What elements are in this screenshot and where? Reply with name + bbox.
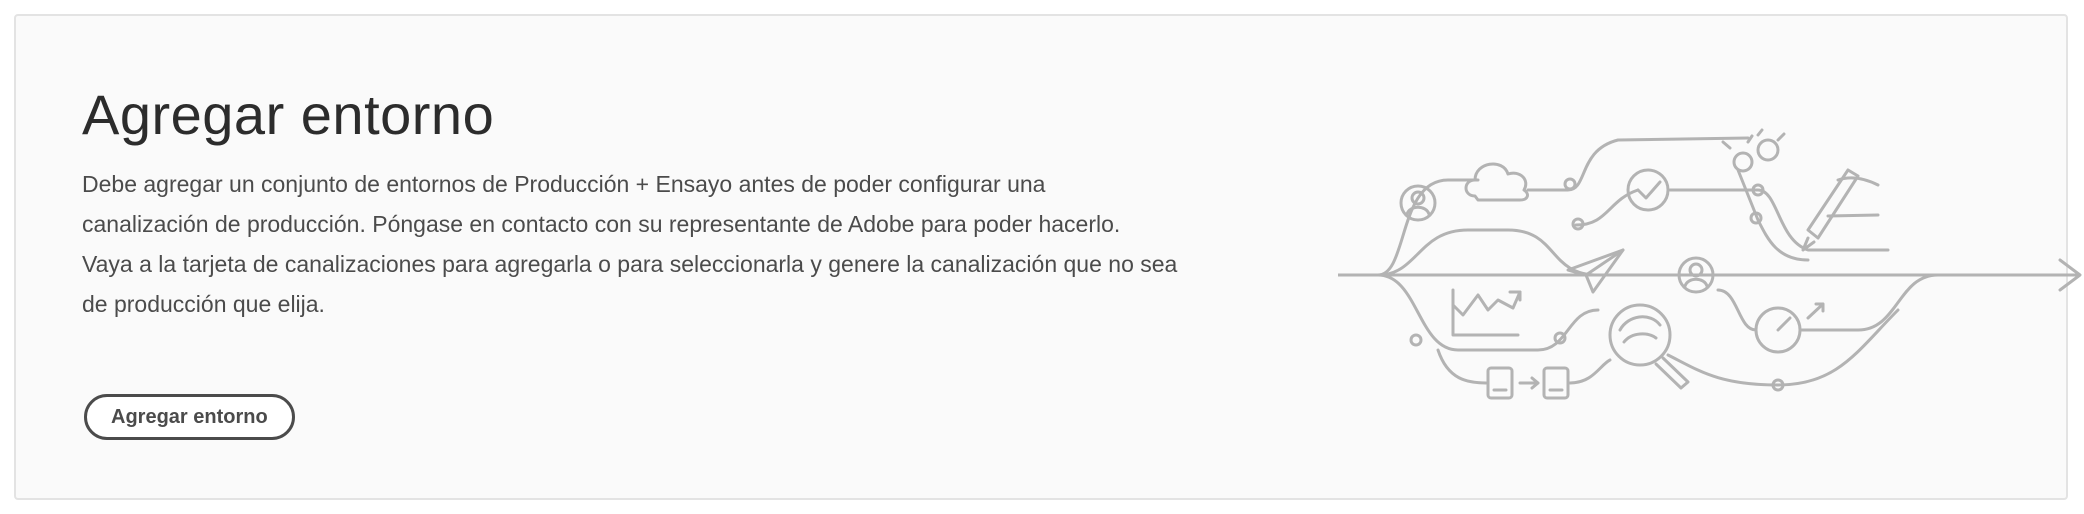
flow-line	[1668, 188, 1890, 252]
description-line: canalización de producción. Póngase en c…	[82, 211, 1121, 237]
card-content: Agregar entorno Debe agregar un conjunto…	[82, 80, 1282, 324]
description-line: de producción que elija.	[82, 291, 325, 317]
flow-line	[1376, 178, 1480, 277]
chart-icon	[1451, 290, 1522, 317]
flow-line	[1568, 358, 1612, 385]
cloud-icon	[1464, 162, 1529, 202]
gears-icon	[1732, 151, 1754, 173]
flow-line	[1376, 228, 1600, 277]
flow-line	[1716, 288, 1758, 332]
flow-line	[1666, 308, 1900, 387]
flow-line	[1436, 348, 1488, 385]
pen-icon	[1806, 168, 1860, 240]
flow-line	[1526, 136, 1750, 192]
card-description: Debe agregar un conjunto de entornos de …	[82, 164, 1272, 324]
add-environment-button[interactable]: Agregar entorno	[84, 394, 295, 440]
document-icon	[1486, 366, 1514, 400]
document-icon	[1542, 366, 1570, 400]
card-title: Agregar entorno	[82, 83, 495, 146]
flow-line	[1736, 168, 1810, 262]
pipeline-illustration	[1336, 120, 2084, 420]
add-environment-card: Agregar entorno Debe agregar un conjunto…	[14, 14, 2082, 500]
description-line: Vaya a la tarjeta de canalizaciones para…	[82, 251, 1178, 277]
description-line: Debe agregar un conjunto de entornos de …	[82, 171, 1046, 197]
